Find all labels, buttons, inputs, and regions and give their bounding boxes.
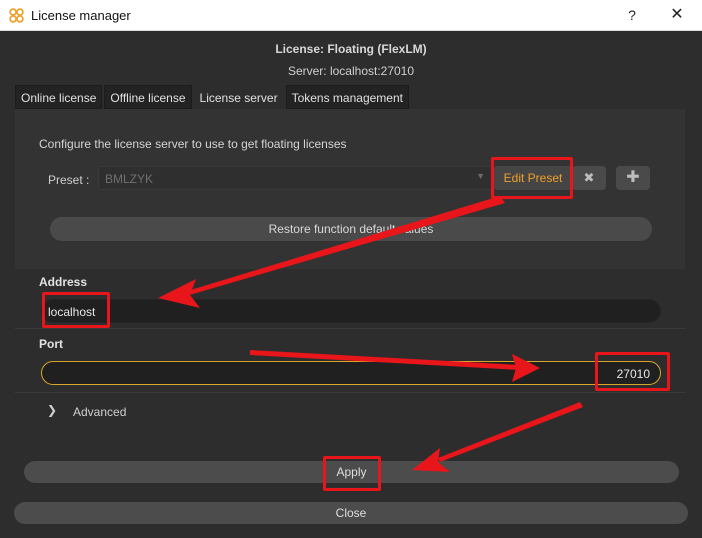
restore-defaults-button[interactable]: Restore function default values — [50, 217, 652, 241]
window-close-button[interactable]: ✕ — [662, 5, 692, 25]
license-server-panel: Configure the license server to use to g… — [15, 109, 685, 269]
divider — [15, 328, 685, 329]
help-button[interactable]: ? — [620, 5, 644, 25]
address-value: localhost — [48, 305, 96, 319]
close-button[interactable]: Close — [14, 502, 688, 524]
dialog-content: License: Floating (FlexLM) Server: local… — [0, 31, 702, 538]
server-info: Server: localhost:27010 — [287, 64, 415, 78]
preset-label: Preset : — [48, 173, 90, 187]
port-value: 27010 — [616, 367, 650, 381]
add-preset-button[interactable]: ✚ — [616, 166, 650, 190]
window-title: License manager — [31, 8, 131, 23]
apply-button[interactable]: Apply — [24, 461, 679, 483]
chevron-right-icon[interactable]: ❯ — [47, 403, 57, 417]
close-x-icon: ✖ — [583, 170, 595, 185]
delete-preset-button[interactable]: ✖ — [572, 166, 606, 190]
chevron-down-icon: ▼ — [476, 171, 485, 181]
title-bar: License manager ? ✕ — [0, 0, 702, 31]
tab-tokens-management[interactable]: Tokens management — [285, 85, 409, 109]
address-label: Address — [39, 275, 88, 289]
tab-bar: Online license Offline license License s… — [15, 85, 409, 109]
app-logo-icon — [9, 8, 24, 23]
tab-offline-license[interactable]: Offline license — [104, 85, 192, 109]
port-input[interactable]: 27010 — [41, 361, 661, 385]
divider — [15, 392, 685, 393]
panel-description: Configure the license server to use to g… — [39, 137, 347, 151]
edit-preset-button[interactable]: Edit Preset — [494, 166, 572, 190]
tab-online-license[interactable]: Online license — [15, 85, 103, 109]
port-label: Port — [39, 337, 63, 351]
license-title: License: Floating (FlexLM) — [275, 42, 427, 56]
preset-dropdown[interactable]: BMLZYK ▼ — [98, 166, 492, 190]
plus-icon: ✚ — [626, 169, 640, 186]
tab-license-server[interactable]: License server — [193, 85, 284, 109]
advanced-toggle[interactable]: Advanced — [73, 405, 126, 419]
address-input[interactable]: localhost — [41, 299, 661, 323]
preset-value: BMLZYK — [105, 172, 154, 186]
